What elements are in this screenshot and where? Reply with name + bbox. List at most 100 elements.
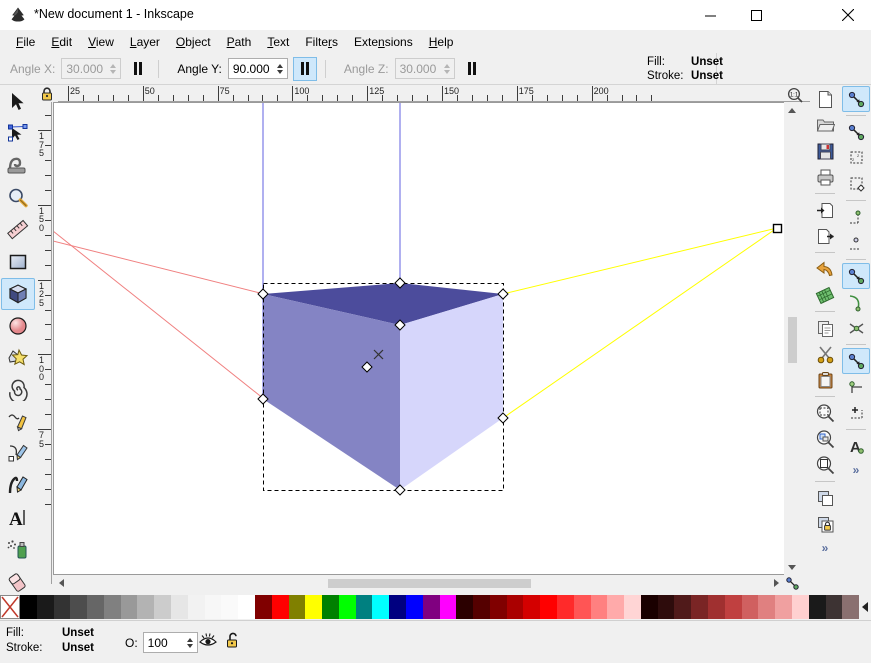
duplicate-button[interactable]: [811, 485, 839, 511]
angle-x-input[interactable]: [62, 59, 106, 78]
snap-bounding-box-toggle[interactable]: [842, 119, 870, 145]
horizontal-ruler[interactable]: 255075100125150175200: [36, 86, 816, 102]
snap-indicator-icon[interactable]: [784, 575, 800, 591]
snap-midpoint-toggle[interactable]: [842, 400, 870, 426]
palette-swatch[interactable]: [674, 595, 691, 619]
palette-swatch[interactable]: [691, 595, 708, 619]
palette-swatch[interactable]: [171, 595, 188, 619]
palette-swatch[interactable]: [842, 595, 859, 619]
export-button[interactable]: [811, 223, 839, 249]
palette-swatch[interactable]: [742, 595, 759, 619]
ruler-lock-button[interactable]: [36, 86, 58, 102]
tweak-tool[interactable]: [1, 150, 35, 182]
palette-swatch[interactable]: [87, 595, 104, 619]
menu-view[interactable]: View: [80, 32, 122, 52]
canvas-drawing[interactable]: [54, 103, 799, 574]
palette-swatch[interactable]: [523, 595, 540, 619]
opacity-input[interactable]: [144, 633, 188, 652]
menu-object[interactable]: Object: [168, 32, 219, 52]
palette-swatch[interactable]: [758, 595, 775, 619]
snap-nodes-toggle[interactable]: [842, 263, 870, 289]
pencil-tool[interactable]: [1, 406, 35, 438]
palette-swatch[interactable]: [121, 595, 138, 619]
snap-cusp-node-toggle[interactable]: [842, 348, 870, 374]
palette-swatch[interactable]: [540, 595, 557, 619]
palette-swatch[interactable]: [272, 595, 289, 619]
maximize-icon[interactable]: [733, 0, 779, 30]
palette-swatch[interactable]: [792, 595, 809, 619]
palette-swatch[interactable]: [826, 595, 843, 619]
palette-swatch[interactable]: [708, 595, 725, 619]
commands-bar-overflow-button[interactable]: »: [810, 537, 840, 555]
angle-y-input[interactable]: [229, 59, 273, 78]
palette-swatch[interactable]: [725, 595, 742, 619]
opacity-control[interactable]: O:: [125, 632, 198, 653]
scroll-up-button[interactable]: [784, 102, 800, 118]
spray-tool[interactable]: [1, 534, 35, 566]
palette-swatch[interactable]: [188, 595, 205, 619]
star-tool[interactable]: [1, 342, 35, 374]
vertical-scrollbar[interactable]: [784, 102, 800, 575]
minimize-icon[interactable]: [687, 0, 733, 30]
palette-swatch[interactable]: [305, 595, 322, 619]
import-button[interactable]: [811, 197, 839, 223]
ellipse-tool[interactable]: [1, 310, 35, 342]
measure-tool[interactable]: [1, 214, 35, 246]
palette-swatch[interactable]: [507, 595, 524, 619]
group-lock-button[interactable]: [811, 511, 839, 537]
close-icon[interactable]: [825, 0, 871, 30]
angle-y-spinner[interactable]: [228, 58, 288, 79]
palette-swatch[interactable]: [473, 595, 490, 619]
palette-swatch[interactable]: [557, 595, 574, 619]
palette-swatch[interactable]: [356, 595, 373, 619]
scroll-right-button[interactable]: [768, 575, 784, 591]
menu-extensions[interactable]: Extensions: [346, 32, 421, 52]
vertical-scroll-thumb[interactable]: [788, 317, 797, 363]
palette-swatch[interactable]: [591, 595, 608, 619]
paste-button[interactable]: [811, 367, 839, 393]
vertical-ruler[interactable]: 17515012510075: [36, 102, 52, 584]
palette-swatch[interactable]: [104, 595, 121, 619]
selector-tool[interactable]: [1, 86, 35, 118]
spiral-tool[interactable]: [1, 374, 35, 406]
zoom-1to1-icon[interactable]: 1:1: [785, 86, 805, 103]
snap-bbox-edge-toggle[interactable]: 22: [842, 145, 870, 171]
palette-swatch[interactable]: [809, 595, 826, 619]
angle-y-vp-toggle[interactable]: [293, 57, 317, 81]
palette-swatch[interactable]: [658, 595, 675, 619]
palette-swatch[interactable]: [423, 595, 440, 619]
palette-swatch[interactable]: [456, 595, 473, 619]
cut-button[interactable]: [811, 341, 839, 367]
rectangle-tool[interactable]: [1, 246, 35, 278]
palette-swatch[interactable]: [406, 595, 423, 619]
palette-swatch-strip[interactable]: [20, 595, 859, 619]
palette-swatch[interactable]: [221, 595, 238, 619]
horizontal-scroll-thumb[interactable]: [328, 579, 531, 588]
node-tool[interactable]: [1, 118, 35, 150]
save-document-button[interactable]: [811, 138, 839, 164]
palette-swatch[interactable]: [37, 595, 54, 619]
angle-z-spinner[interactable]: [395, 58, 455, 79]
layer-lock-toggle[interactable]: [226, 631, 242, 652]
palette-swatch[interactable]: [70, 595, 87, 619]
redo-button[interactable]: [811, 282, 839, 308]
calligraphy-tool[interactable]: [1, 470, 35, 502]
zoom-page-button[interactable]: [811, 452, 839, 478]
palette-swatch[interactable]: [389, 595, 406, 619]
zoom-selection-button[interactable]: [811, 400, 839, 426]
status-style-indicator[interactable]: Fill:Unset Stroke:Unset: [6, 626, 94, 656]
angle-x-spinner[interactable]: [61, 58, 121, 79]
snap-path-intersection-toggle[interactable]: [842, 315, 870, 341]
bezier-tool[interactable]: [1, 438, 35, 470]
enable-snapping-toggle[interactable]: [842, 86, 870, 112]
color-palette[interactable]: [0, 594, 871, 620]
print-button[interactable]: [811, 164, 839, 190]
zoom-drawing-button[interactable]: [811, 426, 839, 452]
box3d-object[interactable]: [263, 283, 503, 490]
new-document-button[interactable]: [811, 86, 839, 112]
angle-z-input[interactable]: [396, 59, 440, 78]
open-document-button[interactable]: [811, 112, 839, 138]
style-indicator[interactable]: Fill:Unset Stroke:Unset: [647, 55, 723, 83]
palette-swatch[interactable]: [641, 595, 658, 619]
snap-bbox-edge-midpoint-toggle[interactable]: [842, 204, 870, 230]
